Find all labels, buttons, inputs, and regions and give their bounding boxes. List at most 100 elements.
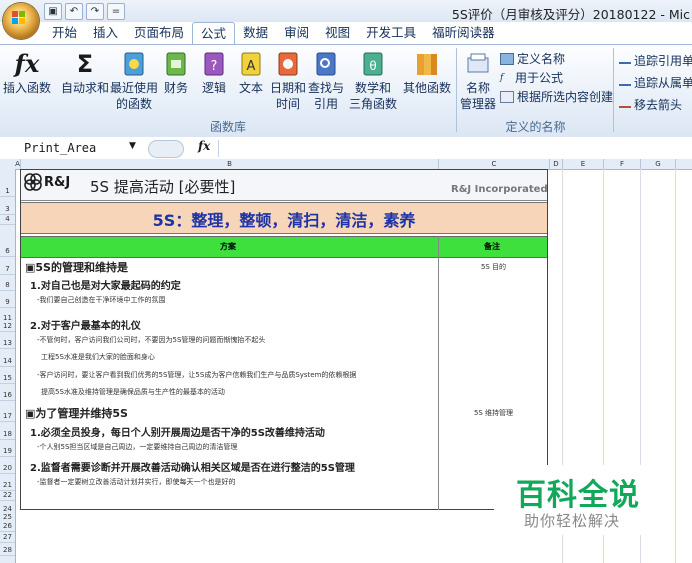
formula-bar-toggle[interactable] xyxy=(148,140,184,158)
trace-dependents-icon xyxy=(619,83,631,86)
name-box-dropdown-icon[interactable]: ▼ xyxy=(129,141,136,151)
books-icon xyxy=(417,54,437,75)
date-time-button[interactable]: 日期和 时间 xyxy=(270,50,306,112)
tab-formulas[interactable]: 公式 xyxy=(192,22,236,45)
fx-icon: fx xyxy=(14,49,40,78)
name-manager-button[interactable]: 名称 管理器 xyxy=(458,50,498,112)
ribbon-separator xyxy=(456,48,457,132)
column-header-c[interactable]: C xyxy=(439,159,550,169)
formula-input[interactable] xyxy=(218,140,692,157)
text-functions-button[interactable]: A 文本 xyxy=(236,50,266,96)
column-header-g[interactable]: G xyxy=(641,159,676,169)
logo-text: R&J xyxy=(44,175,71,190)
column-header-d[interactable]: D xyxy=(550,159,563,169)
undo-icon[interactable]: ↶ xyxy=(65,2,83,20)
sigma-icon: Σ xyxy=(76,50,94,78)
tab-developer[interactable]: 开发工具 xyxy=(358,22,424,44)
tab-review[interactable]: 审阅 xyxy=(276,22,317,44)
group-label-defined-names: 定义的名称 xyxy=(505,120,566,134)
row-header[interactable]: 7 xyxy=(0,265,15,275)
row-header[interactable]: 26 xyxy=(0,522,15,532)
section-note: 5S 维持管理 xyxy=(473,409,514,417)
tab-foxit-reader[interactable]: 福昕阅读器 xyxy=(424,22,503,44)
section-heading: ▣为了管理并维持5S xyxy=(25,407,128,420)
tab-insert[interactable]: 插入 xyxy=(85,22,126,44)
trace-precedents-button[interactable]: 追踪引用单 xyxy=(619,52,692,69)
svg-text:?: ? xyxy=(211,59,218,74)
tab-view[interactable]: 视图 xyxy=(317,22,358,44)
autosum-button[interactable]: Σ 自动求和 xyxy=(60,50,110,96)
tab-data[interactable]: 数据 xyxy=(235,22,276,44)
watermark-subtitle: 助你轻松解决 xyxy=(524,512,621,530)
fx-icon[interactable]: fx xyxy=(198,139,210,153)
row-header[interactable]: 3 xyxy=(0,205,15,215)
row-header[interactable]: 16 xyxy=(0,391,15,401)
list-item: -监督者一定要树立改善活动计划并实行，即使每天一个也是好的 xyxy=(37,478,236,486)
row-header[interactable]: 19 xyxy=(0,447,15,457)
save-icon[interactable]: ▣ xyxy=(44,2,62,20)
book-money-icon xyxy=(166,52,186,76)
row-header[interactable]: 15 xyxy=(0,374,15,384)
remove-arrows-button[interactable]: 移去箭头 xyxy=(619,96,682,113)
list-item: -不管何时，客户访问我们公司时，不要因为5S管理的问题而惭愧抬不起头 xyxy=(37,336,266,344)
ribbon-tabs: 开始 插入 页面布局 公式 数据 审阅 视图 开发工具 福昕阅读器 xyxy=(44,22,503,45)
column-header-f[interactable]: F xyxy=(604,159,641,169)
row-header[interactable]: 20 xyxy=(0,464,15,474)
customize-qat-button[interactable]: = xyxy=(107,2,125,20)
tab-page-layout[interactable]: 页面布局 xyxy=(126,22,192,44)
tab-home[interactable]: 开始 xyxy=(44,22,85,44)
create-from-selection-button[interactable]: 根据所选内容创建 xyxy=(500,88,613,105)
list-item: 工程5S水准是我们大家的脸面和身心 xyxy=(41,353,155,361)
column-header-b[interactable]: B xyxy=(21,159,439,169)
row-header[interactable]: 28 xyxy=(0,546,15,556)
group-label-function-library: 函数库 xyxy=(209,120,246,134)
row-header[interactable]: 9 xyxy=(0,298,15,308)
svg-text:θ: θ xyxy=(369,59,376,73)
name-box[interactable]: Print_Area xyxy=(24,140,142,157)
list-item: 2.监督者需要诊断并开展改善活动确认相关区域是否在进行整洁的5S管理 xyxy=(30,463,355,474)
lookup-reference-button[interactable]: 查找与 引用 xyxy=(308,50,344,112)
row-header[interactable]: 14 xyxy=(0,357,15,367)
row-header[interactable]: 18 xyxy=(0,430,15,440)
math-trig-button[interactable]: θ 数学和 三角函数 xyxy=(346,50,400,112)
row-header[interactable]: 17 xyxy=(0,412,15,422)
row-header[interactable]: 13 xyxy=(0,339,15,349)
list-item: 2.对于客户最基本的礼仪 xyxy=(30,321,141,332)
more-functions-button[interactable]: 其他函数 xyxy=(402,50,452,96)
book-theta-icon: θ xyxy=(363,52,383,76)
use-in-formula-button[interactable]: f 用于公式 xyxy=(500,69,563,86)
recent-functions-button[interactable]: 最近使用 的函数 xyxy=(108,50,160,112)
column-note-header: 备注 xyxy=(484,242,500,251)
row-header[interactable]: 4 xyxy=(0,215,15,225)
define-name-button[interactable]: 定义名称 xyxy=(500,50,565,67)
logical-button[interactable]: ? 逻辑 xyxy=(199,50,229,96)
financial-button[interactable]: 财务 xyxy=(161,50,191,96)
column-divider xyxy=(438,236,439,510)
trace-dependents-button[interactable]: 追踪从属单 xyxy=(619,74,692,91)
section-heading: ▣5S的管理和维持是 xyxy=(25,261,128,274)
row-header[interactable]: 22 xyxy=(0,491,15,501)
section-note: 5S 目的 xyxy=(480,263,507,271)
sheet-title: 5S 提高活动 [必要性] xyxy=(90,178,236,196)
row-header[interactable]: 1 xyxy=(0,187,15,197)
logo-icon xyxy=(24,173,42,191)
remove-arrows-icon xyxy=(619,105,631,108)
column-header-e[interactable]: E xyxy=(563,159,604,169)
redo-icon[interactable]: ↷ xyxy=(86,2,104,20)
list-item: -客户访问时，要让客户看到我们优秀的5S管理，让5S成为客户信赖我们生产与品质S… xyxy=(37,371,357,379)
column-plan-header: 方案 xyxy=(220,242,236,251)
row-header[interactable]: 21 xyxy=(0,481,15,491)
book-magnifier-icon xyxy=(316,52,336,76)
row-header[interactable]: 6 xyxy=(0,247,15,257)
row-header[interactable]: 8 xyxy=(0,281,15,291)
insert-function-button[interactable]: fx 插入函数 xyxy=(3,50,51,96)
row-header[interactable]: 27 xyxy=(0,533,15,543)
office-logo-icon xyxy=(12,11,25,24)
ribbon-separator xyxy=(613,48,614,132)
list-item: 1.对自己也是对大家最起码的约定 xyxy=(30,281,181,292)
list-item: -我们要自己创造在干净环境中工作的氛围 xyxy=(37,296,166,304)
quick-access-toolbar: ▣ ↶ ↷ = xyxy=(44,2,125,20)
row-header[interactable]: 12 xyxy=(0,322,15,332)
banner-text: 5S：整理，整顿，清扫，清洁，素养 xyxy=(152,211,416,230)
tag-icon xyxy=(500,52,514,65)
